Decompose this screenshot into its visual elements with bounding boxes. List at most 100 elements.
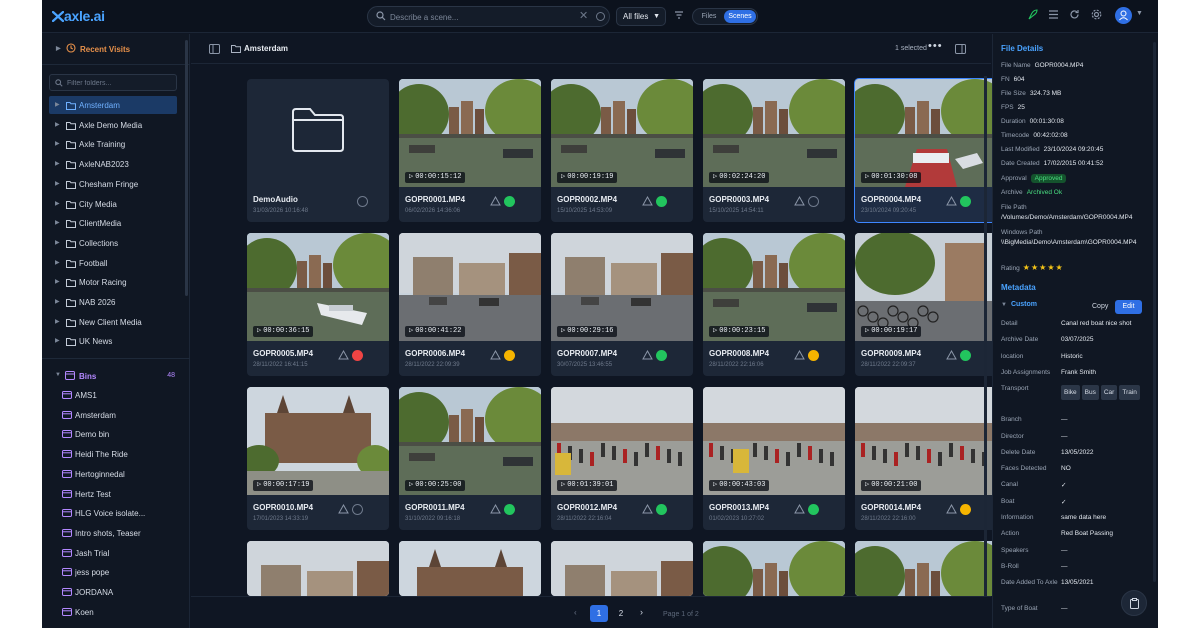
app-logo[interactable]: axle.ai	[51, 8, 105, 24]
approval-status-icon[interactable]	[504, 196, 515, 207]
bin-item[interactable]: Amsterdam	[49, 406, 177, 424]
tag-chip[interactable]: Bike	[1061, 385, 1080, 401]
clip-thumbnail-wrap[interactable]	[855, 387, 997, 495]
clip-thumbnail-wrap[interactable]	[399, 387, 541, 495]
sidebar-folder-item[interactable]: ▶ ClientMedia	[49, 214, 177, 232]
clip-thumbnail-wrap[interactable]	[247, 387, 389, 495]
clip-thumbnail-wrap[interactable]	[703, 79, 845, 187]
clip-card[interactable]: ▷ 00:00:25:00 GOPR0011.MP4 31/10/2022 09:16…	[399, 387, 541, 530]
sidebar-scrollbar[interactable]	[185, 40, 188, 296]
bin-item[interactable]: Intro shots, Teaser	[49, 524, 177, 542]
tag-chip[interactable]: Bus	[1081, 385, 1099, 401]
mode-files-button[interactable]: Files	[696, 10, 722, 23]
folder-filter-input[interactable]	[67, 77, 171, 89]
approval-status-icon[interactable]	[504, 350, 515, 361]
next-page-icon[interactable]: ›	[640, 607, 643, 617]
select-circle-icon[interactable]	[357, 196, 368, 207]
clip-card[interactable]: ▷ 00:00:15:12 GOPR0001.MP4 06/02/2026 14:36…	[399, 79, 541, 222]
warning-triangle-icon[interactable]	[338, 504, 349, 514]
clip-thumbnail-wrap[interactable]	[551, 233, 693, 341]
bin-item[interactable]: Koen	[49, 603, 177, 621]
clip-thumbnail-wrap[interactable]	[551, 79, 693, 187]
sidebar-folder-item[interactable]: ▶ City Media	[49, 195, 177, 213]
bin-item[interactable]: HLG Voice isolate...	[49, 504, 177, 522]
scene-search[interactable]: ✕	[367, 6, 610, 27]
warning-triangle-icon[interactable]	[946, 504, 957, 514]
avatar-chevron-icon[interactable]: ▼	[1136, 10, 1143, 17]
approval-status-icon[interactable]	[352, 504, 363, 515]
bin-item[interactable]: Jash Trial	[49, 544, 177, 562]
bin-item[interactable]: Hertz Test	[49, 485, 177, 503]
page-2-button[interactable]: 2	[612, 605, 630, 622]
custom-metadata-toggle[interactable]: ▼ Custom	[1001, 301, 1037, 308]
expand-chevron-icon[interactable]: ▶	[55, 259, 60, 266]
warning-triangle-icon[interactable]	[794, 196, 805, 206]
sidebar-folder-item[interactable]: ▶ Motor Racing	[49, 273, 177, 291]
expand-chevron-icon[interactable]: ▶	[55, 278, 60, 285]
expand-chevron-icon[interactable]: ▶	[55, 219, 60, 226]
expand-chevron-icon[interactable]: ▶	[55, 239, 60, 246]
target-icon[interactable]	[596, 12, 605, 21]
rating-stars[interactable]: ★★★★★	[1023, 263, 1064, 272]
clip-thumbnail-wrap[interactable]	[399, 233, 541, 341]
clip-card[interactable]: ▷ 00:02:24:20 GOPR0003.MP4 15/10/2025 14:54…	[703, 79, 845, 222]
clip-card[interactable]	[703, 541, 845, 596]
clip-card[interactable]	[855, 541, 997, 596]
sidebar-folder-item[interactable]: ▶ NAB 2026	[49, 293, 177, 311]
list-icon[interactable]	[1048, 9, 1059, 20]
expand-chevron-icon[interactable]: ▶	[55, 160, 60, 167]
approval-status-icon[interactable]	[960, 504, 971, 515]
approval-status-icon[interactable]	[504, 504, 515, 515]
grid-scrollbar[interactable]	[984, 76, 987, 596]
page-1-button[interactable]: 1	[590, 605, 608, 622]
clip-card[interactable]: ▷ 00:00:36:15 GOPR0005.MP4 28/11/2022 16:41…	[247, 233, 389, 376]
clip-card[interactable]: ▷ 00:00:41:22 GOPR0006.MP4 28/11/2022 22:09…	[399, 233, 541, 376]
sidebar-folder-item[interactable]: ▶ Collections	[49, 234, 177, 252]
sidebar-folder-item[interactable]: ▶ Football	[49, 254, 177, 272]
warning-triangle-icon[interactable]	[490, 350, 501, 360]
expand-chevron-icon[interactable]: ▶	[55, 298, 60, 305]
bin-item[interactable]: Demo bin	[49, 425, 177, 443]
tag-chip[interactable]: Car	[1100, 385, 1118, 401]
clip-thumbnail-wrap[interactable]	[399, 79, 541, 187]
warning-triangle-icon[interactable]	[642, 504, 653, 514]
details-panel-toggle-icon[interactable]	[955, 44, 966, 54]
approval-status-icon[interactable]	[808, 196, 819, 207]
clip-card[interactable]: ▷ 00:00:19:17 GOPR0009.MP4 28/11/2022 22:09…	[855, 233, 997, 376]
details-scrollbar[interactable]	[1153, 42, 1156, 582]
clip-thumbnail-wrap[interactable]	[247, 233, 389, 341]
warning-triangle-icon[interactable]	[490, 504, 501, 514]
expand-chevron-icon[interactable]: ▶	[55, 200, 60, 207]
clip-thumbnail-wrap[interactable]	[855, 541, 997, 596]
approval-status-icon[interactable]	[960, 350, 971, 361]
user-avatar[interactable]	[1115, 7, 1132, 24]
scope-select[interactable]: All files ▼	[616, 7, 666, 26]
sidebar-folder-item[interactable]: ▶ Amsterdam	[49, 96, 177, 114]
sidebar-folder-item[interactable]: ▶ New Client Media	[49, 313, 177, 331]
folder-filter[interactable]	[49, 74, 177, 91]
breadcrumb[interactable]: Amsterdam	[244, 44, 288, 53]
bin-item[interactable]: jess pope	[49, 563, 177, 581]
approval-status-icon[interactable]	[656, 504, 667, 515]
expand-chevron-icon[interactable]: ▶	[55, 140, 60, 147]
clip-thumbnail-wrap[interactable]	[703, 387, 845, 495]
approval-status-icon[interactable]	[808, 504, 819, 515]
clip-thumbnail-wrap[interactable]	[247, 541, 389, 596]
prev-page-icon[interactable]: ‹	[574, 608, 577, 617]
bins-header[interactable]: ▼ Bins 48	[49, 368, 177, 384]
edit-button[interactable]: Edit	[1115, 300, 1142, 314]
mode-toggle[interactable]: Files Scenes	[692, 8, 758, 25]
more-options-icon[interactable]: •••	[928, 40, 943, 52]
clip-card[interactable]: ▷ 00:01:39:01 GOPR0012.MP4 28/11/2022 22:16…	[551, 387, 693, 530]
clipboard-button[interactable]	[1121, 590, 1147, 616]
approval-status-icon[interactable]	[808, 350, 819, 361]
gear-icon[interactable]	[1091, 9, 1102, 20]
search-input[interactable]	[390, 10, 570, 24]
clip-thumbnail-wrap[interactable]	[703, 541, 845, 596]
clip-thumbnail-wrap[interactable]	[399, 541, 541, 596]
folder-card[interactable]: DemoAudio 31/03/2026 10:16:48	[247, 79, 389, 222]
sidebar-folder-item[interactable]: ▶ Axle Training	[49, 135, 177, 153]
mode-scenes-button[interactable]: Scenes	[724, 10, 756, 23]
approval-status-icon[interactable]	[352, 350, 363, 361]
warning-triangle-icon[interactable]	[642, 196, 653, 206]
